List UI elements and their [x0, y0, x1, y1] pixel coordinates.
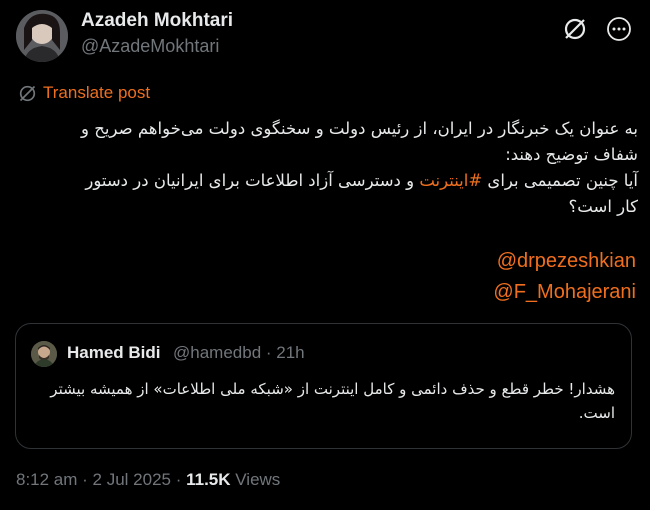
quoted-text-line: هشدار! خطر قطع و حذف دائمی و کامل اینترن…	[50, 380, 615, 398]
translate-post-link[interactable]: Translate post	[18, 83, 150, 103]
quoted-author-handle-time: @hamedbd · 21h	[173, 343, 305, 363]
post-text-line: شفاف توضیح دهند:	[505, 145, 638, 164]
quoted-author-name[interactable]: Hamed Bidi	[67, 343, 161, 363]
quoted-post[interactable]: Hamed Bidi @hamedbd · 21h هشدار! خطر قطع…	[15, 323, 632, 449]
post-text-segment: و دسترسی آزاد اطلاعات برای ایرانیان در د…	[85, 171, 420, 190]
post-text: به عنوان یک خبرنگار در ایران، از رئیس دو…	[18, 116, 638, 220]
post-meta: 8:12 am · 2 Jul 2025 · 11.5K Views	[16, 470, 280, 490]
post-text-line: به عنوان یک خبرنگار در ایران، از رئیس دو…	[81, 119, 638, 138]
quoted-post-text: هشدار! خطر قطع و حذف دائمی و کامل اینترن…	[25, 377, 615, 425]
post-text-segment: آیا چنین تصمیمی برای	[482, 171, 638, 190]
mention-link[interactable]: @F_Mohajerani	[493, 281, 636, 304]
post-text-line: آیا چنین تصمیمی برای #اینترنت و دسترسی آ…	[18, 168, 638, 194]
post-text-line: کار است؟	[568, 197, 638, 216]
more-options-icon[interactable]	[606, 16, 632, 42]
x-logo-icon[interactable]	[562, 16, 588, 42]
author-avatar[interactable]	[16, 10, 68, 62]
post-time[interactable]: 8:12 am	[16, 470, 77, 489]
post-date[interactable]: 2 Jul 2025	[93, 470, 171, 489]
quoted-author-handle[interactable]: @hamedbd	[173, 343, 261, 362]
hashtag-link[interactable]: #اینترنت	[419, 171, 482, 190]
post-header: Azadeh Mokhtari @AzadeMokhtari	[16, 10, 634, 62]
author-name[interactable]: Azadeh Mokhtari	[81, 10, 233, 32]
quoted-author-avatar[interactable]	[31, 341, 57, 367]
globe-icon	[18, 84, 37, 103]
translate-label: Translate post	[43, 83, 151, 102]
quoted-post-time: · 21h	[265, 343, 305, 362]
author-handle[interactable]: @AzadeMokhtari	[81, 36, 219, 57]
views-label: Views	[230, 470, 281, 489]
separator: ·	[77, 470, 93, 489]
views-count: 11.5K	[186, 470, 231, 489]
separator: ·	[171, 470, 187, 489]
quoted-text-line: است.	[578, 404, 615, 422]
mention-link[interactable]: @drpezeshkian	[497, 250, 636, 273]
